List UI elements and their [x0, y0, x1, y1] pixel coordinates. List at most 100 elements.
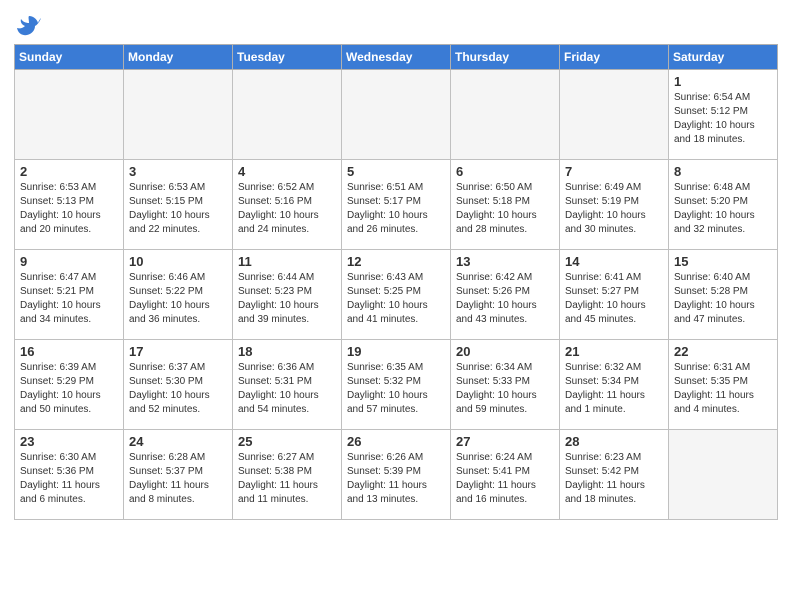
col-header-thursday: Thursday [451, 45, 560, 70]
day-info: Sunrise: 6:36 AM Sunset: 5:31 PM Dayligh… [238, 361, 336, 417]
day-number: 19 [347, 344, 445, 359]
day-number: 2 [20, 164, 118, 179]
day-cell: 18Sunrise: 6:36 AM Sunset: 5:31 PM Dayli… [233, 340, 342, 430]
day-number: 9 [20, 254, 118, 269]
day-info: Sunrise: 6:43 AM Sunset: 5:25 PM Dayligh… [347, 271, 445, 327]
day-number: 15 [674, 254, 772, 269]
day-cell: 13Sunrise: 6:42 AM Sunset: 5:26 PM Dayli… [451, 250, 560, 340]
day-info: Sunrise: 6:37 AM Sunset: 5:30 PM Dayligh… [129, 361, 227, 417]
logo-bird-icon [15, 12, 43, 40]
day-info: Sunrise: 6:49 AM Sunset: 5:19 PM Dayligh… [565, 181, 663, 237]
day-info: Sunrise: 6:39 AM Sunset: 5:29 PM Dayligh… [20, 361, 118, 417]
day-info: Sunrise: 6:52 AM Sunset: 5:16 PM Dayligh… [238, 181, 336, 237]
day-number: 14 [565, 254, 663, 269]
day-number: 26 [347, 434, 445, 449]
calendar: SundayMondayTuesdayWednesdayThursdayFrid… [14, 44, 778, 520]
day-cell: 8Sunrise: 6:48 AM Sunset: 5:20 PM Daylig… [669, 160, 778, 250]
day-number: 27 [456, 434, 554, 449]
day-info: Sunrise: 6:46 AM Sunset: 5:22 PM Dayligh… [129, 271, 227, 327]
day-cell [124, 70, 233, 160]
col-header-sunday: Sunday [15, 45, 124, 70]
day-cell [15, 70, 124, 160]
day-cell: 25 Sunrise: 6:27 AM Sunset: 5:38 PM Dayli… [233, 430, 342, 520]
week-row-1: 2 Sunrise: 6:53 AM Sunset: 5:13 PM Daylig… [15, 160, 778, 250]
day-info: Sunrise: 6:35 AM Sunset: 5:32 PM Dayligh… [347, 361, 445, 417]
day-cell [233, 70, 342, 160]
day-cell: 23 Sunrise: 6:30 AM Sunset: 5:36 PM Dayli… [15, 430, 124, 520]
day-info: Sunrise: 6:53 AM Sunset: 5:13 PM Dayligh… [20, 181, 118, 237]
day-info: Sunrise: 6:53 AM Sunset: 5:15 PM Dayligh… [129, 181, 227, 237]
day-number: 22 [674, 344, 772, 359]
day-number: 3 [129, 164, 227, 179]
header [14, 12, 778, 36]
day-number: 5 [347, 164, 445, 179]
day-cell: 11Sunrise: 6:44 AM Sunset: 5:23 PM Dayli… [233, 250, 342, 340]
day-number: 17 [129, 344, 227, 359]
day-info: Sunrise: 6:41 AM Sunset: 5:27 PM Dayligh… [565, 271, 663, 327]
day-number: 7 [565, 164, 663, 179]
day-number: 6 [456, 164, 554, 179]
week-row-0: 1 Sunrise: 6:54 AM Sunset: 5:12 PM Daylig… [15, 70, 778, 160]
day-cell: 28 Sunrise: 6:23 AM Sunset: 5:42 PM Dayli… [560, 430, 669, 520]
day-info: Sunrise: 6:32 AM Sunset: 5:34 PM Dayligh… [565, 361, 663, 417]
day-cell [669, 430, 778, 520]
page: SundayMondayTuesdayWednesdayThursdayFrid… [0, 0, 792, 532]
col-header-tuesday: Tuesday [233, 45, 342, 70]
day-info: Sunrise: 6:48 AM Sunset: 5:20 PM Dayligh… [674, 181, 772, 237]
week-row-2: 9 Sunrise: 6:47 AM Sunset: 5:21 PM Daylig… [15, 250, 778, 340]
day-info: Sunrise: 6:34 AM Sunset: 5:33 PM Dayligh… [456, 361, 554, 417]
day-cell: 5 Sunrise: 6:51 AM Sunset: 5:17 PM Daylig… [342, 160, 451, 250]
day-cell: 1 Sunrise: 6:54 AM Sunset: 5:12 PM Daylig… [669, 70, 778, 160]
day-cell: 9 Sunrise: 6:47 AM Sunset: 5:21 PM Daylig… [15, 250, 124, 340]
day-cell: 26Sunrise: 6:26 AM Sunset: 5:39 PM Dayli… [342, 430, 451, 520]
day-cell: 4 Sunrise: 6:52 AM Sunset: 5:16 PM Daylig… [233, 160, 342, 250]
day-number: 10 [129, 254, 227, 269]
day-info: Sunrise: 6:51 AM Sunset: 5:17 PM Dayligh… [347, 181, 445, 237]
logo [14, 12, 43, 36]
day-cell: 17 Sunrise: 6:37 AM Sunset: 5:30 PM Dayli… [124, 340, 233, 430]
col-header-monday: Monday [124, 45, 233, 70]
day-cell: 27Sunrise: 6:24 AM Sunset: 5:41 PM Dayli… [451, 430, 560, 520]
day-info: Sunrise: 6:31 AM Sunset: 5:35 PM Dayligh… [674, 361, 772, 417]
day-number: 1 [674, 74, 772, 89]
day-number: 12 [347, 254, 445, 269]
day-cell: 24Sunrise: 6:28 AM Sunset: 5:37 PM Dayli… [124, 430, 233, 520]
col-header-saturday: Saturday [669, 45, 778, 70]
day-info: Sunrise: 6:40 AM Sunset: 5:28 PM Dayligh… [674, 271, 772, 327]
day-cell: 15 Sunrise: 6:40 AM Sunset: 5:28 PM Dayli… [669, 250, 778, 340]
header-row: SundayMondayTuesdayWednesdayThursdayFrid… [15, 45, 778, 70]
day-number: 28 [565, 434, 663, 449]
day-info: Sunrise: 6:50 AM Sunset: 5:18 PM Dayligh… [456, 181, 554, 237]
day-cell [451, 70, 560, 160]
day-cell [342, 70, 451, 160]
day-info: Sunrise: 6:30 AM Sunset: 5:36 PM Dayligh… [20, 451, 118, 507]
day-cell: 20 Sunrise: 6:34 AM Sunset: 5:33 PM Dayli… [451, 340, 560, 430]
day-number: 24 [129, 434, 227, 449]
day-number: 21 [565, 344, 663, 359]
day-number: 4 [238, 164, 336, 179]
day-number: 20 [456, 344, 554, 359]
day-cell: 10 Sunrise: 6:46 AM Sunset: 5:22 PM Dayli… [124, 250, 233, 340]
day-info: Sunrise: 6:44 AM Sunset: 5:23 PM Dayligh… [238, 271, 336, 327]
col-header-wednesday: Wednesday [342, 45, 451, 70]
day-cell: 6 Sunrise: 6:50 AM Sunset: 5:18 PM Daylig… [451, 160, 560, 250]
day-cell: 16 Sunrise: 6:39 AM Sunset: 5:29 PM Dayli… [15, 340, 124, 430]
day-number: 25 [238, 434, 336, 449]
day-info: Sunrise: 6:23 AM Sunset: 5:42 PM Dayligh… [565, 451, 663, 507]
week-row-3: 16 Sunrise: 6:39 AM Sunset: 5:29 PM Dayli… [15, 340, 778, 430]
day-info: Sunrise: 6:47 AM Sunset: 5:21 PM Dayligh… [20, 271, 118, 327]
day-number: 16 [20, 344, 118, 359]
day-cell: 12 Sunrise: 6:43 AM Sunset: 5:25 PM Dayli… [342, 250, 451, 340]
day-number: 23 [20, 434, 118, 449]
day-cell: 22 Sunrise: 6:31 AM Sunset: 5:35 PM Dayli… [669, 340, 778, 430]
week-row-4: 23 Sunrise: 6:30 AM Sunset: 5:36 PM Dayli… [15, 430, 778, 520]
day-cell: 19 Sunrise: 6:35 AM Sunset: 5:32 PM Dayli… [342, 340, 451, 430]
day-info: Sunrise: 6:27 AM Sunset: 5:38 PM Dayligh… [238, 451, 336, 507]
day-cell: 14 Sunrise: 6:41 AM Sunset: 5:27 PM Dayli… [560, 250, 669, 340]
day-cell: 3 Sunrise: 6:53 AM Sunset: 5:15 PM Daylig… [124, 160, 233, 250]
day-cell: 2 Sunrise: 6:53 AM Sunset: 5:13 PM Daylig… [15, 160, 124, 250]
day-info: Sunrise: 6:54 AM Sunset: 5:12 PM Dayligh… [674, 91, 772, 147]
day-cell: 21 Sunrise: 6:32 AM Sunset: 5:34 PM Dayli… [560, 340, 669, 430]
day-number: 13 [456, 254, 554, 269]
col-header-friday: Friday [560, 45, 669, 70]
